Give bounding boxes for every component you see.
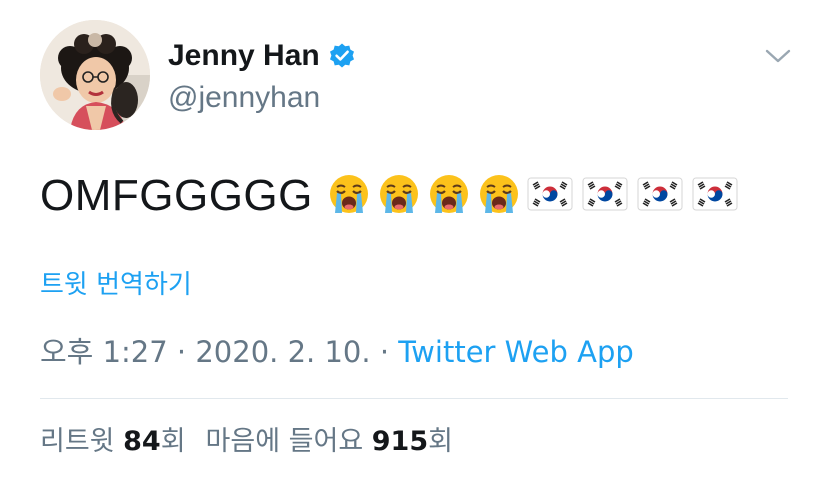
divider	[40, 398, 788, 399]
tweet-meta: 오후 1:27 · 2020. 2. 10. · Twitter Web App	[40, 334, 634, 370]
loudly-crying-face-icon	[327, 172, 371, 220]
author-name-row[interactable]: Jenny Han	[168, 38, 356, 74]
handle[interactable]: @jennyhan	[168, 80, 320, 116]
tweet-stats: 리트윗 84회 마음에 들어요 915회	[40, 424, 453, 460]
tweet-time[interactable]: 오후 1:27	[40, 335, 168, 369]
retweets-stat[interactable]: 리트윗 84회	[40, 426, 186, 457]
likes-stat[interactable]: 마음에 들어요 915회	[206, 426, 453, 457]
retweets-count: 84	[123, 426, 161, 457]
verified-badge-icon	[328, 42, 356, 70]
display-name[interactable]: Jenny Han	[168, 38, 320, 74]
avatar[interactable]	[40, 20, 150, 130]
chevron-down-icon[interactable]	[764, 44, 792, 68]
tweet-source-link[interactable]: Twitter Web App	[398, 335, 634, 369]
south-korea-flag-icon	[582, 176, 628, 216]
retweets-suffix: 회	[160, 426, 186, 457]
south-korea-flag-icon	[692, 176, 738, 216]
south-korea-flag-icon	[637, 176, 683, 216]
loudly-crying-face-icon	[427, 172, 471, 220]
loudly-crying-face-icon	[477, 172, 521, 220]
loudly-crying-face-icon	[377, 172, 421, 220]
avatar-image	[40, 20, 150, 130]
meta-separator: ·	[379, 335, 390, 369]
translate-tweet-link[interactable]: 트윗 번역하기	[40, 268, 192, 302]
tweet-text-body: OMFGGGGG	[40, 171, 313, 220]
likes-suffix: 회	[428, 426, 453, 457]
likes-label: 마음에 들어요	[205, 426, 364, 457]
tweet-date[interactable]: 2020. 2. 10.	[195, 335, 370, 369]
retweets-label: 리트윗	[40, 426, 115, 457]
meta-separator: ·	[176, 335, 187, 369]
south-korea-flag-icon	[527, 176, 573, 216]
likes-count: 915	[371, 426, 429, 457]
tweet-text: OMFGGGGG	[40, 168, 747, 224]
